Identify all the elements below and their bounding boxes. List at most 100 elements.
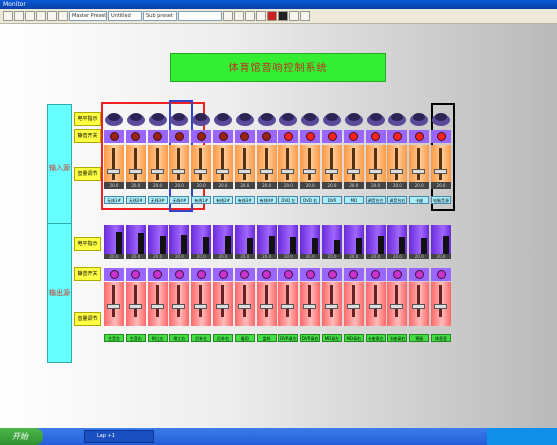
fader-handle[interactable] (303, 169, 317, 174)
input-level-knob[interactable] (191, 108, 211, 128)
input-volume-fader[interactable]: 20.0 (191, 145, 212, 189)
input-volume-fader[interactable]: 20.0 (409, 145, 430, 189)
fader-handle[interactable] (368, 304, 382, 309)
fader-handle[interactable] (412, 169, 426, 174)
output-volume-fader[interactable] (343, 282, 364, 326)
output-mute-button[interactable] (169, 268, 190, 281)
input-level-knob[interactable] (322, 108, 342, 128)
fader-handle[interactable] (346, 169, 360, 174)
output-mute-button[interactable] (322, 268, 342, 281)
fader-handle[interactable] (434, 304, 447, 309)
input-volume-fader[interactable]: 20.0 (387, 145, 408, 189)
output-volume-fader[interactable] (234, 282, 255, 326)
output-mute-button[interactable] (278, 268, 299, 281)
paste-icon[interactable] (58, 11, 68, 21)
play-icon[interactable] (223, 11, 233, 21)
fader-handle[interactable] (237, 304, 251, 309)
output-volume-fader[interactable] (147, 282, 168, 326)
start-button[interactable]: 开始 (0, 428, 43, 445)
fader-handle[interactable] (194, 169, 208, 174)
output-mute-button[interactable] (300, 268, 321, 281)
output-mute-button[interactable] (191, 268, 212, 281)
print-icon[interactable] (36, 11, 46, 21)
input-volume-fader[interactable]: 20.0 (104, 145, 124, 189)
input-mute-button[interactable] (409, 130, 430, 143)
output-volume-fader[interactable] (387, 282, 408, 326)
input-level-knob[interactable] (300, 108, 320, 128)
help-icon[interactable] (245, 11, 255, 21)
output-mute-button[interactable] (387, 268, 408, 281)
output-volume-fader[interactable] (278, 282, 299, 326)
output-mute-button[interactable] (147, 268, 168, 281)
input-level-knob[interactable] (126, 108, 146, 128)
fader-handle[interactable] (216, 169, 229, 174)
input-mute-button[interactable] (191, 130, 212, 143)
output-volume-fader[interactable] (125, 282, 146, 326)
input-level-knob[interactable] (148, 108, 168, 128)
fader-handle[interactable] (172, 169, 186, 174)
output-volume-fader[interactable] (213, 282, 233, 326)
copy-icon[interactable] (47, 11, 57, 21)
fader-handle[interactable] (412, 304, 426, 309)
input-mute-button[interactable] (213, 130, 233, 143)
output-mute-button[interactable] (256, 268, 277, 281)
input-mute-button[interactable] (169, 130, 190, 143)
input-mute-button[interactable] (278, 130, 299, 143)
input-mute-button[interactable] (300, 130, 321, 143)
preset-name-combo[interactable]: Untitled (108, 11, 142, 21)
fader-handle[interactable] (259, 169, 273, 174)
input-volume-fader[interactable]: 20.0 (278, 145, 299, 189)
new-icon[interactable] (3, 11, 13, 21)
go-icon[interactable] (289, 11, 299, 21)
output-mute-button[interactable] (431, 268, 451, 281)
input-level-knob[interactable] (366, 108, 386, 128)
output-mute-button[interactable] (234, 268, 255, 281)
record-icon[interactable] (267, 11, 277, 21)
fader-handle[interactable] (346, 304, 360, 309)
input-mute-button[interactable] (387, 130, 408, 143)
fader-handle[interactable] (194, 304, 208, 309)
fader-handle[interactable] (259, 304, 273, 309)
output-mute-button[interactable] (213, 268, 233, 281)
link-icon[interactable] (300, 11, 310, 21)
input-level-knob[interactable] (213, 108, 233, 128)
sub-preset-combo[interactable]: Sub preset (143, 11, 177, 21)
fader-handle[interactable] (434, 169, 447, 174)
fader-handle[interactable] (368, 169, 382, 174)
fader-handle[interactable] (281, 304, 295, 309)
input-level-knob[interactable] (387, 108, 407, 128)
input-volume-fader[interactable]: 20.0 (431, 145, 451, 189)
fader-handle[interactable] (237, 169, 251, 174)
input-mute-button[interactable] (343, 130, 364, 143)
save-icon[interactable] (25, 11, 35, 21)
input-level-knob[interactable] (235, 108, 255, 128)
input-volume-fader[interactable]: 20.0 (147, 145, 168, 189)
output-mute-button[interactable] (409, 268, 430, 281)
input-volume-fader[interactable]: 20.0 (256, 145, 277, 189)
open-icon[interactable] (14, 11, 24, 21)
input-level-knob[interactable] (257, 108, 277, 128)
fader-handle[interactable] (128, 169, 142, 174)
output-mute-button[interactable] (365, 268, 386, 281)
input-level-knob[interactable] (344, 108, 364, 128)
fader-handle[interactable] (107, 304, 120, 309)
input-volume-fader[interactable]: 20.0 (169, 145, 190, 189)
input-volume-fader[interactable]: 20.0 (343, 145, 364, 189)
input-volume-fader[interactable]: 20.0 (300, 145, 321, 189)
input-level-knob[interactable] (431, 108, 451, 128)
fader-handle[interactable] (325, 169, 338, 174)
output-volume-fader[interactable] (365, 282, 386, 326)
output-volume-fader[interactable] (431, 282, 451, 326)
fader-handle[interactable] (172, 304, 186, 309)
fader-handle[interactable] (150, 304, 164, 309)
fader-handle[interactable] (107, 169, 120, 174)
input-level-knob[interactable] (169, 108, 189, 128)
extra-combo[interactable] (178, 11, 222, 21)
fader-handle[interactable] (281, 169, 295, 174)
output-volume-fader[interactable] (104, 282, 124, 326)
input-level-knob[interactable] (409, 108, 429, 128)
output-volume-fader[interactable] (169, 282, 190, 326)
output-volume-fader[interactable] (322, 282, 342, 326)
output-mute-button[interactable] (104, 268, 124, 281)
output-mute-button[interactable] (343, 268, 364, 281)
